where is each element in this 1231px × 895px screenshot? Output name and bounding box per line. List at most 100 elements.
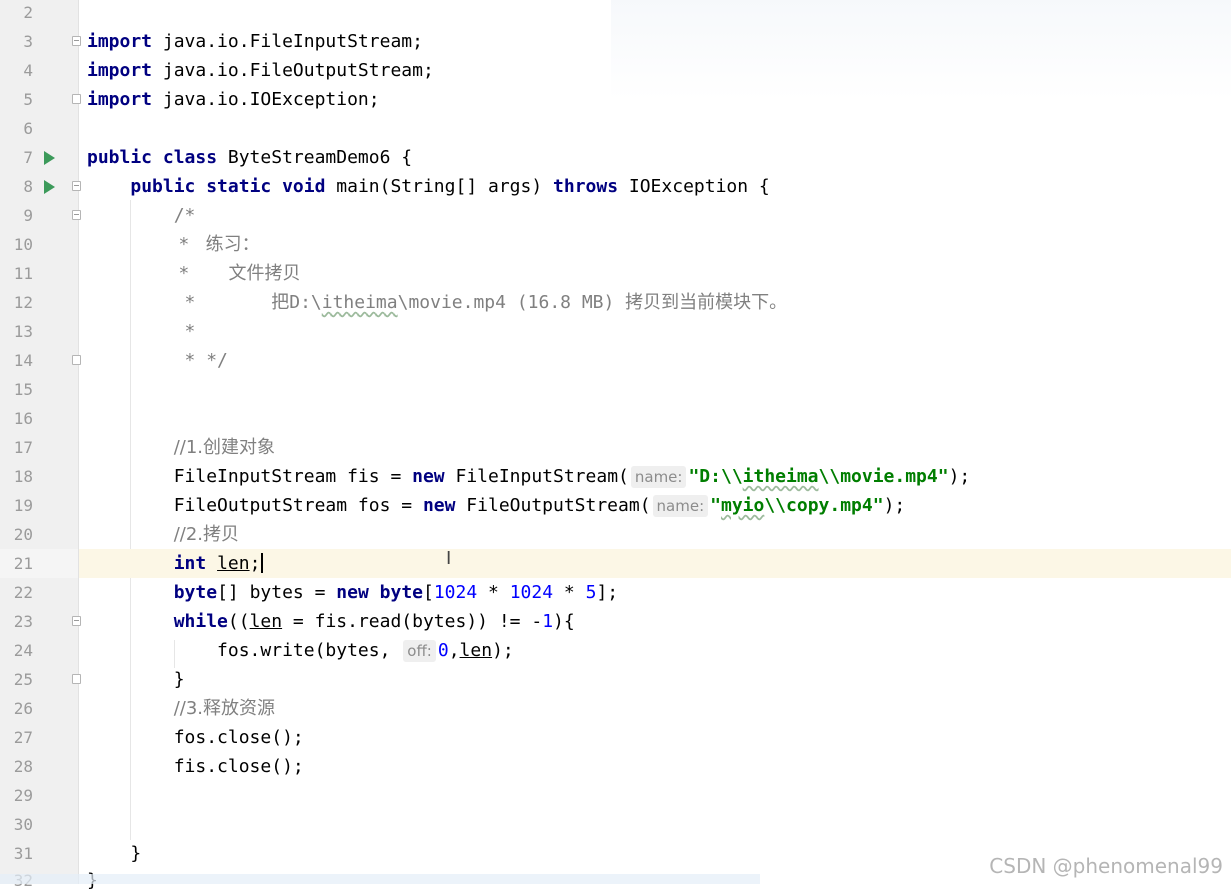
- code-text: );: [883, 495, 906, 516]
- code-line[interactable]: 22 byte[] bytes = new byte[1024 * 1024 *…: [0, 578, 1231, 607]
- fold-icon[interactable]: [72, 181, 81, 191]
- code-line[interactable]: 3 import java.io.FileInputStream;: [0, 27, 1231, 56]
- number-literal: 1024: [509, 582, 554, 603]
- comment: *: [173, 321, 196, 342]
- line-number: 6: [23, 119, 33, 138]
- code-line[interactable]: 23 while((len = fis.read(bytes)) != -1){: [0, 607, 1231, 636]
- run-gutter-icon[interactable]: [44, 180, 55, 194]
- code-text: ((: [227, 611, 250, 632]
- comment: //2.拷贝: [173, 524, 240, 545]
- code-line[interactable]: 17 //1.创建对象: [0, 433, 1231, 462]
- code-line[interactable]: 12 * 把D:\itheima\movie.mp4 (16.8 MB) 拷贝到…: [0, 288, 1231, 317]
- line-number: 27: [13, 728, 33, 747]
- keyword: int: [173, 553, 207, 574]
- keyword: public static void: [130, 176, 326, 197]
- parameter-hint: off:: [403, 640, 436, 662]
- comment: * 文件拷贝: [173, 263, 301, 284]
- code-editor[interactable]: 2 3 import java.io.FileInputStream; 4 im…: [0, 0, 1231, 891]
- line-number: 23: [13, 612, 33, 631]
- number-literal: 1: [542, 611, 554, 632]
- line-number: 10: [13, 235, 33, 254]
- code-line[interactable]: 26 //3.释放资源: [0, 694, 1231, 723]
- code-line[interactable]: 18 FileInputStream fis = new FileInputSt…: [0, 462, 1231, 491]
- line-number: 11: [13, 264, 33, 283]
- code-line[interactable]: 28 fis.close();: [0, 752, 1231, 781]
- window-shade: [0, 874, 760, 884]
- watermark: CSDN @phenomenal99: [989, 854, 1223, 878]
- code-line[interactable]: 2: [0, 0, 1231, 27]
- comment: * 把D:\itheima\movie.mp4 (16.8 MB) 拷贝到当前模…: [174, 292, 788, 313]
- variable-len: len: [217, 553, 250, 574]
- typo-word: itheima: [742, 466, 819, 487]
- code-text: ;: [249, 553, 261, 574]
- fold-icon[interactable]: [72, 94, 81, 104]
- line-number: 25: [13, 670, 33, 689]
- code-line[interactable]: 27 fos.close();: [0, 723, 1231, 752]
- code-line[interactable]: 29: [0, 781, 1231, 810]
- code-text: *: [477, 582, 510, 603]
- line-number: 22: [13, 583, 33, 602]
- code-text: = fis.read(bytes)) != -: [282, 611, 543, 632]
- code-line-current[interactable]: 21 int len;: [0, 549, 1231, 578]
- fold-icon[interactable]: [72, 674, 81, 684]
- line-number: 14: [13, 351, 33, 370]
- code-line[interactable]: 4 import java.io.FileOutputStream;: [0, 56, 1231, 85]
- code-line[interactable]: 16: [0, 404, 1231, 433]
- exception-type: IOException {: [618, 176, 770, 197]
- comment: //1.创建对象: [173, 437, 276, 458]
- variable-len: len: [459, 640, 493, 661]
- import-path: java.io.FileOutputStream;: [152, 60, 434, 81]
- code-text: ){: [553, 611, 575, 632]
- code-line[interactable]: 30: [0, 810, 1231, 839]
- code-line[interactable]: 24 fos.write(bytes, off: 0,len);: [0, 636, 1231, 665]
- keyword: byte: [173, 582, 218, 603]
- fold-icon[interactable]: [72, 616, 81, 626]
- number-literal: 5: [585, 582, 597, 603]
- method-signature: main(String[] args): [325, 176, 554, 197]
- code-line[interactable]: 5 import java.io.IOException;: [0, 85, 1231, 114]
- keyword: new: [422, 495, 456, 516]
- line-number: 17: [13, 438, 33, 457]
- code-line[interactable]: 9 /*: [0, 201, 1231, 230]
- code-line[interactable]: 11 * 文件拷贝: [0, 259, 1231, 288]
- code-line[interactable]: 19 FileOutputStream fos = new FileOutput…: [0, 491, 1231, 520]
- code-text: fis.close();: [173, 756, 304, 777]
- import-path: java.io.IOException;: [152, 89, 380, 110]
- line-number: 16: [13, 409, 33, 428]
- comment: * */: [173, 350, 228, 371]
- line-number: 29: [13, 786, 33, 805]
- line-number: 8: [23, 177, 33, 196]
- line-number: 18: [13, 467, 33, 486]
- line-number: 28: [13, 757, 33, 776]
- code-line[interactable]: 20 //2.拷贝: [0, 520, 1231, 549]
- code-line[interactable]: 15: [0, 375, 1231, 404]
- code-line[interactable]: 8 public static void main(String[] args)…: [0, 172, 1231, 201]
- keyword: import: [87, 60, 153, 81]
- fold-icon[interactable]: [72, 36, 81, 46]
- comment: //3.释放资源: [173, 698, 276, 719]
- line-number: 9: [23, 206, 33, 225]
- code-line[interactable]: 7 public class ByteStreamDemo6 {: [0, 143, 1231, 172]
- number-literal: 0: [437, 640, 449, 661]
- code-text: FileOutputStream fos =: [173, 495, 423, 516]
- text-caret: [261, 553, 263, 573]
- code-text: *: [553, 582, 586, 603]
- code-line[interactable]: 25 }: [0, 665, 1231, 694]
- code-line[interactable]: 6: [0, 114, 1231, 143]
- keyword: import: [87, 31, 153, 52]
- code-line[interactable]: 13 *: [0, 317, 1231, 346]
- run-gutter-icon[interactable]: [44, 151, 55, 165]
- fold-icon[interactable]: [72, 355, 81, 365]
- keyword: byte: [379, 582, 423, 603]
- code-line[interactable]: 10 * 练习：: [0, 230, 1231, 259]
- code-line[interactable]: 14 * */: [0, 346, 1231, 375]
- code-text: [: [423, 582, 434, 603]
- string-literal: "D:\\: [688, 466, 743, 487]
- keyword: new: [412, 466, 445, 487]
- line-number: 26: [13, 699, 33, 718]
- fold-icon[interactable]: [72, 210, 81, 220]
- line-number: 3: [23, 32, 33, 51]
- line-number: 2: [23, 3, 33, 22]
